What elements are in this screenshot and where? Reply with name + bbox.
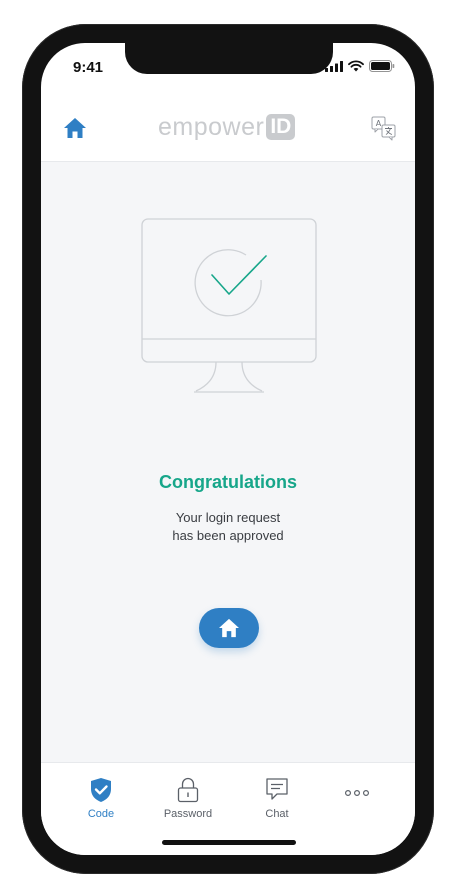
tab-label: Code [87,808,115,820]
device-notch [125,43,333,74]
app-header: empower ID A [41,95,415,162]
success-title: Congratulations [159,472,297,492]
tab-label: Chat [265,808,289,820]
cellular-signal-icon [325,60,343,72]
logo-badge: ID [266,114,296,140]
monitor-check-icon [141,218,317,393]
header-home-button[interactable] [63,117,89,141]
tab-more[interactable] [317,789,397,797]
status-icons [325,60,395,72]
language-button[interactable]: A [371,115,397,141]
go-home-button[interactable] [199,608,259,648]
logo-word: empower [158,112,265,141]
tab-chat[interactable]: Chat [237,777,317,820]
success-message: Your login request has been approved [41,509,415,545]
battery-icon [369,60,395,72]
home-icon [219,618,239,638]
success-message-line-2: has been approved [172,528,284,543]
status-time: 9:41 [73,59,104,76]
translate-icon: A [371,116,396,141]
chat-icon [266,778,288,800]
wifi-icon [348,60,364,72]
lock-icon [177,777,199,803]
home-icon [64,118,86,138]
empowerid-logo: empower ID [158,112,296,142]
main-content: Congratulations Your login request has b… [41,162,415,762]
more-icon [345,789,369,797]
shield-check-icon [91,778,111,802]
app-screen: 9:41 empower ID A Congratulations Your l… [41,43,415,855]
success-message-line-1: Your login request [175,510,281,525]
home-indicator[interactable] [162,840,296,845]
svg-text:A: A [376,119,382,128]
tab-password[interactable]: Password [148,777,228,820]
tab-code[interactable]: Code [61,777,141,820]
tab-label: Password [163,808,213,820]
